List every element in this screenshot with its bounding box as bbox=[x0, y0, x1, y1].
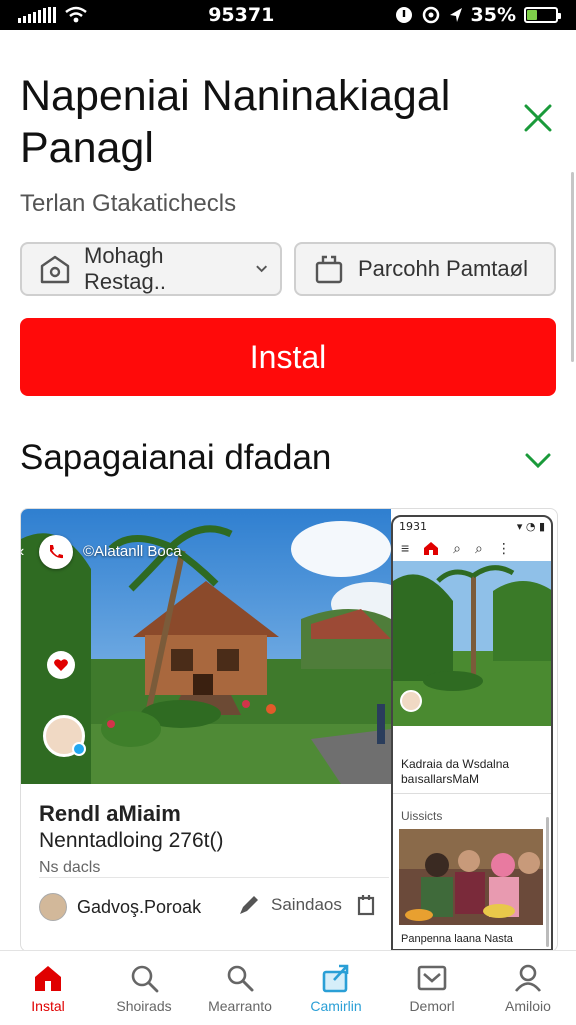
section-title: Sapagaianai dfadan bbox=[20, 438, 332, 477]
status-time: 95371 bbox=[208, 4, 275, 26]
close-icon[interactable] bbox=[520, 100, 556, 136]
bookmark-icon[interactable] bbox=[357, 894, 377, 916]
author-name: Gadvoş.Poroak bbox=[77, 896, 202, 917]
install-button[interactable]: Instal bbox=[20, 318, 556, 396]
home-icon bbox=[35, 966, 61, 991]
nav-item-profile[interactable]: Amiloio bbox=[480, 951, 576, 1025]
search-icon bbox=[131, 965, 159, 993]
call-badge[interactable] bbox=[39, 535, 73, 569]
author-row[interactable]: Gadvoş.Poroak bbox=[39, 893, 201, 921]
bottom-nav: Instal Shoirads Mearranto Camirlin Demor… bbox=[0, 950, 576, 1025]
magnifier-icon: ⌕ bbox=[475, 539, 483, 556]
nav-label: Mearranto bbox=[208, 998, 272, 1014]
alarm-icon bbox=[395, 7, 412, 23]
divider bbox=[39, 877, 389, 878]
phone-scrollbar bbox=[546, 817, 549, 947]
magnifier-icon bbox=[227, 965, 254, 992]
saved-label: Saindaos bbox=[271, 895, 342, 914]
scrollbar[interactable] bbox=[571, 172, 574, 362]
search-icon: ⌕ bbox=[453, 539, 462, 556]
phone-preview: 1931 ▾ ◔ ▮ ≡ ⌕ ⌕ ⋮ Kadraia da Wsdalna ba… bbox=[391, 515, 553, 951]
bag-icon bbox=[315, 255, 343, 284]
purchase-chip[interactable]: Parcohh Pamtaøl bbox=[294, 242, 556, 296]
inbox-icon bbox=[417, 965, 447, 991]
page-title: Napeniai Naninakiagal Panagl bbox=[20, 72, 451, 172]
purchase-chip-label: Parcohh Pamtaøl bbox=[358, 256, 528, 281]
battery-icon bbox=[524, 7, 561, 23]
nav-label: Camirlin bbox=[310, 998, 362, 1014]
host-avatar[interactable] bbox=[43, 715, 86, 757]
phone-status-icons: ▾ ◔ ▮ bbox=[516, 519, 545, 533]
nav-item-explore[interactable]: Mearranto bbox=[192, 951, 288, 1025]
photo-caption: ©Alatanll Boca bbox=[83, 543, 182, 560]
status-left bbox=[18, 6, 88, 24]
signal-icon bbox=[18, 7, 56, 23]
phone-status-bar: 1931 ▾ ◔ ▮ bbox=[393, 517, 551, 535]
status-bar: 95371 35% bbox=[0, 0, 576, 30]
pen-icon bbox=[240, 896, 258, 914]
store-icon bbox=[40, 255, 70, 284]
favorite-button[interactable] bbox=[47, 651, 75, 679]
phone-caption: Panpenna laana Nasta bbox=[401, 933, 513, 945]
phone-time: 1931 bbox=[399, 519, 427, 533]
at-icon bbox=[422, 6, 439, 24]
nav-label: Shoirads bbox=[116, 998, 172, 1014]
card-meta: Ns dacls bbox=[39, 859, 101, 876]
saved-action[interactable]: Saindaos bbox=[237, 893, 342, 917]
status-right: 35% bbox=[395, 4, 561, 26]
heart-icon bbox=[54, 659, 68, 671]
more-icon: ⋮ bbox=[496, 539, 511, 556]
listing-card[interactable]: ‹ ©Alatanll Boca Rendl aMiaim Nenntadloi… bbox=[20, 508, 558, 952]
home-icon bbox=[424, 542, 439, 555]
share-icon bbox=[322, 964, 349, 993]
location-icon bbox=[449, 8, 462, 22]
nav-item-share[interactable]: Camirlin bbox=[288, 951, 384, 1025]
nav-label: Instal bbox=[31, 998, 65, 1014]
install-sheet: Napeniai Naninakiagal Panagl Terlan Gtak… bbox=[0, 30, 576, 952]
restaurant-chip[interactable]: Mohagh Restag.. bbox=[20, 242, 282, 296]
phone-divider bbox=[393, 793, 551, 794]
nav-label: Amiloio bbox=[505, 998, 551, 1014]
phone-icon bbox=[50, 545, 63, 559]
battery-fill bbox=[527, 10, 537, 20]
author-avatar bbox=[39, 893, 67, 921]
card-title: Rendl aMiaim bbox=[39, 801, 181, 826]
phone-resort-photo bbox=[393, 561, 551, 726]
back-chevron-icon[interactable]: ‹ bbox=[21, 543, 24, 561]
page-subtitle: Terlan Gtakatichecls bbox=[20, 190, 237, 217]
phone-title: Kadraia da Wsdalna baısallarsMaM bbox=[401, 757, 510, 786]
chevron-down-icon[interactable] bbox=[522, 446, 554, 474]
nav-item-search[interactable]: Shoirads bbox=[96, 951, 192, 1025]
phone-section-label: Uissicts bbox=[401, 809, 443, 823]
restaurant-chip-label: Mohagh Restag.. bbox=[84, 243, 166, 294]
phone-toolbar: ≡ ⌕ ⌕ ⋮ bbox=[393, 535, 551, 561]
nav-label: Demorl bbox=[409, 998, 455, 1014]
card-subtitle: Nenntadloing 276t() bbox=[39, 829, 224, 852]
profile-icon bbox=[514, 964, 542, 992]
nav-item-install[interactable]: Instal bbox=[0, 951, 96, 1025]
people-photo bbox=[399, 829, 543, 925]
menu-icon: ≡ bbox=[401, 540, 410, 556]
chevron-down-icon bbox=[255, 265, 267, 273]
nav-item-inbox[interactable]: Demorl bbox=[384, 951, 480, 1025]
wifi-icon bbox=[65, 6, 87, 23]
battery-percent: 35% bbox=[470, 4, 516, 26]
